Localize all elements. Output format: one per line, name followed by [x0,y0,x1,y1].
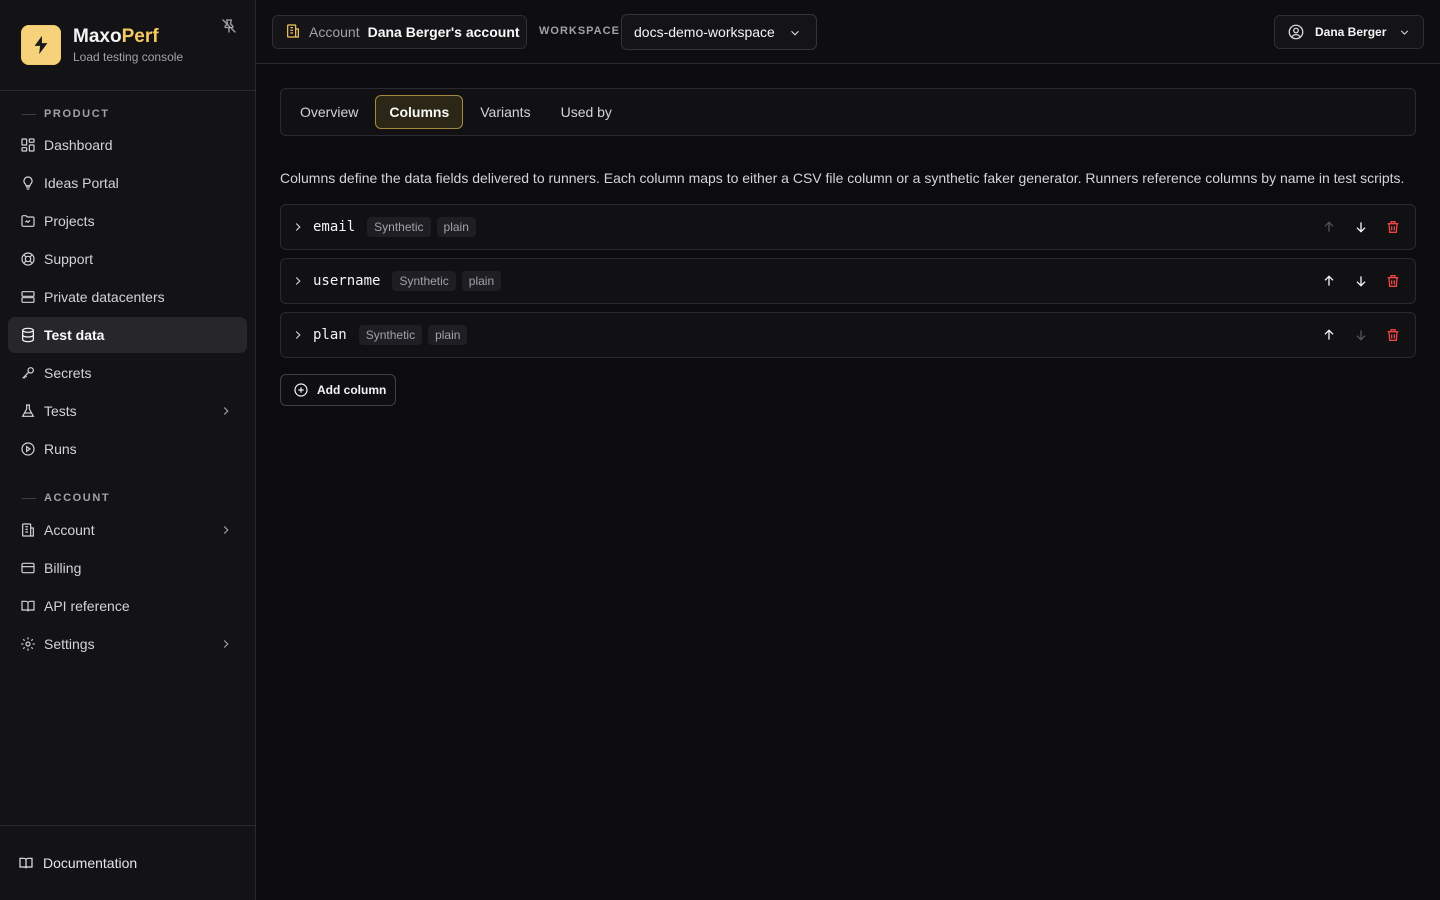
column-name: username [313,273,381,289]
chevron-right-icon[interactable] [291,328,305,342]
brand-subtitle: Load testing console [73,50,184,64]
gear-icon [20,636,36,652]
trash-icon[interactable] [1385,327,1401,343]
brand-header: MaxoPerf Load testing console [0,0,255,91]
lifebuoy-icon [20,251,36,267]
unpin-icon[interactable] [220,17,238,35]
section-label-product: PRODUCT [22,108,110,120]
sidebar-item-label: Billing [44,560,82,576]
sidebar-item-account[interactable]: Account [8,512,247,548]
source-badge: Synthetic [392,271,456,291]
sidebar-item-label: Ideas Portal [44,175,119,191]
chevron-right-icon[interactable] [291,274,305,288]
source-badge: Synthetic [358,325,423,345]
mode-badge: plain [461,271,502,291]
server-icon [20,289,36,305]
sidebar-item-label: Dashboard [44,137,113,153]
building-icon [285,23,301,42]
user-name: Dana Berger [1315,25,1387,39]
sidebar-item-label: Runs [44,441,77,457]
sidebar-item-secrets[interactable]: Secrets [8,355,247,391]
column-name: email [313,219,356,235]
credit-card-icon [20,560,36,576]
workspace-select[interactable]: docs-demo-workspace [621,14,817,50]
account-name: Dana Berger's account [367,24,520,40]
sidebar-item-ideas-portal[interactable]: Ideas Portal [8,165,247,201]
chevron-right-icon[interactable] [219,404,233,418]
sidebar-item-tests[interactable]: Tests [8,393,247,429]
sidebar-item-test-data[interactable]: Test data [8,317,247,353]
column-row: plan Synthetic plain [280,312,1416,358]
play-circle-icon [20,441,36,457]
lightbulb-icon [20,175,36,191]
tab-bar: Overview Columns Variants Used by [280,88,1416,136]
sidebar-item-label: Settings [44,636,95,652]
documentation-label: Documentation [43,855,138,871]
move-down-icon[interactable] [1353,327,1369,343]
tab-overview[interactable]: Overview [287,95,371,129]
sidebar-item-support[interactable]: Support [8,241,247,277]
brand-name: MaxoPerf [73,26,159,47]
book-icon [18,855,34,871]
book-icon [20,598,36,614]
user-menu-button[interactable]: Dana Berger [1274,15,1424,49]
key-icon [20,365,36,381]
sidebar-item-label: API reference [44,598,130,614]
trash-icon[interactable] [1385,273,1401,289]
documentation-link[interactable]: Documentation [0,825,255,900]
workspace-value: docs-demo-workspace [634,24,775,40]
section-label-account: ACCOUNT [22,492,110,504]
move-up-icon[interactable] [1321,327,1337,343]
sidebar-item-private-datacenters[interactable]: Private datacenters [8,279,247,315]
user-avatar-icon [1287,23,1305,41]
account-switcher[interactable]: Account Dana Berger's account [272,15,527,49]
move-up-icon[interactable] [1321,219,1337,235]
columns-description: Columns define the data fields delivered… [280,170,1405,186]
sidebar-item-projects[interactable]: Projects [8,203,247,239]
mode-badge: plain [436,217,476,237]
sidebar-item-label: Secrets [44,365,92,381]
folder-icon [20,213,36,229]
chevron-down-icon [1398,26,1411,39]
sidebar-item-label: Tests [44,403,77,419]
chevron-right-icon[interactable] [219,637,233,651]
column-name: plan [313,327,347,343]
chevron-down-icon [788,26,802,40]
sidebar-item-runs[interactable]: Runs [8,431,247,467]
column-row: email Synthetic plain [280,204,1416,250]
sidebar-item-label: Projects [44,213,95,229]
mode-badge: plain [428,325,468,345]
move-down-icon[interactable] [1353,273,1369,289]
database-icon [20,327,36,343]
sidebar-item-label: Test data [44,327,105,343]
sidebar-item-label: Support [44,251,94,267]
building-icon [20,522,36,538]
move-down-icon[interactable] [1353,219,1369,235]
account-label: Account [309,24,360,40]
chevron-right-icon[interactable] [219,523,233,537]
source-badge: Synthetic [367,217,431,237]
workspace-label: WORKSPACE [539,25,620,37]
dashboard-icon [20,137,36,153]
topbar: Account Dana Berger's account WORKSPACE … [256,0,1440,64]
sidebar-item-billing[interactable]: Billing [8,550,247,586]
move-up-icon[interactable] [1321,273,1337,289]
tab-used-by[interactable]: Used by [548,95,625,129]
column-row: username Synthetic plain [280,258,1416,304]
add-column-label: Add column [317,383,387,397]
sidebar-item-label: Private datacenters [44,289,165,305]
tab-variants[interactable]: Variants [467,95,543,129]
add-column-button[interactable]: Add column [280,374,396,406]
sidebar-item-label: Account [44,522,95,538]
flask-icon [20,403,36,419]
trash-icon[interactable] [1385,219,1401,235]
lightning-logo-icon[interactable] [21,25,61,65]
sidebar-item-api-reference[interactable]: API reference [8,588,247,624]
chevron-right-icon[interactable] [291,220,305,234]
sidebar-item-settings[interactable]: Settings [8,626,247,662]
plus-circle-icon [293,382,309,398]
sidebar: MaxoPerf Load testing console PRODUCT Da… [0,0,256,900]
tab-columns[interactable]: Columns [375,95,464,129]
sidebar-item-dashboard[interactable]: Dashboard [8,127,247,163]
